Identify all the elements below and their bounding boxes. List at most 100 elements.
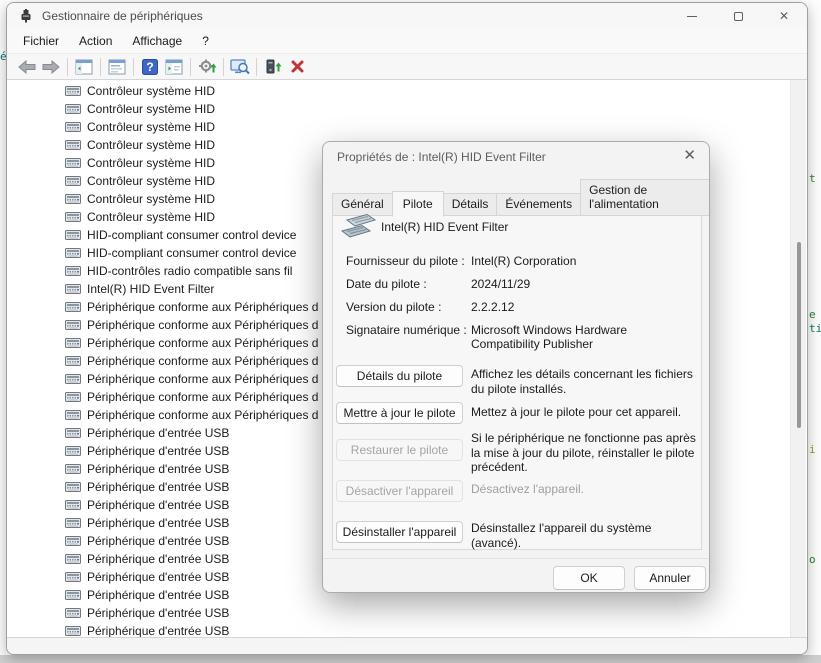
toolbar: ?	[7, 54, 807, 80]
window-title: Gestionnaire de périphériques	[42, 9, 203, 23]
hid-device-icon	[65, 355, 81, 367]
scan-hardware-changes-button[interactable]	[228, 56, 252, 78]
titlebar[interactable]: Gestionnaire de périphériques ✕	[7, 3, 807, 29]
hid-device-icon	[65, 625, 81, 637]
forward-arrow-icon	[42, 60, 60, 74]
hid-device-icon	[65, 175, 81, 187]
close-button[interactable]: ✕	[761, 3, 807, 29]
hid-device-icon	[65, 571, 81, 583]
hid-device-icon	[65, 463, 81, 475]
hid-device-icon	[65, 139, 81, 151]
scan-hardware-changes-icon	[230, 59, 250, 75]
hid-device-icon	[65, 409, 81, 421]
tree-item-label: Intel(R) HID Event Filter	[87, 282, 214, 296]
uninstall-device-button[interactable]	[261, 56, 285, 78]
hid-device-icon	[65, 211, 81, 223]
tree-item-label: HID-contrôles radio compatible sans fil	[87, 264, 292, 278]
show-action-pane-button[interactable]	[162, 56, 186, 78]
toolbar-separator	[190, 58, 191, 76]
desactiver-l-appareil-description: Désactivez l'appareil.	[471, 482, 701, 497]
desktop-bottom-strip	[0, 655, 821, 663]
device-manager-app-icon	[19, 9, 33, 23]
tree-item-label: Périphérique d'entrée USB	[87, 534, 229, 548]
hid-device-icon	[65, 283, 81, 295]
background-text-fragment: t	[809, 172, 816, 185]
desinstaller-l-appareil-description: Désinstallez l'appareil du système (avan…	[471, 521, 701, 550]
hid-device-icon	[65, 517, 81, 529]
show-console-tree-button[interactable]	[72, 56, 96, 78]
background-text-fragment: i	[809, 443, 816, 456]
hid-device-icon	[65, 391, 81, 403]
hid-device-icon	[65, 337, 81, 349]
tree-item-controleur-systeme-hid[interactable]: Contrôleur système HID	[7, 100, 790, 118]
tree-item-label: Périphérique d'entrée USB	[87, 552, 229, 566]
hid-device-icon	[65, 229, 81, 241]
device-name: Intel(R) HID Event Filter	[381, 220, 508, 234]
remove-device-button[interactable]	[285, 56, 309, 78]
minimize-button[interactable]	[669, 3, 715, 29]
tree-item-label: Périphérique d'entrée USB	[87, 462, 229, 476]
mettre-a-jour-le-pilote-description: Mettez à jour le pilote pour cet apparei…	[471, 405, 701, 420]
back-arrow-icon	[18, 60, 36, 74]
tree-item-label: HID-compliant consumer control device	[87, 246, 296, 260]
uninstall-device-icon	[265, 59, 282, 75]
forward-button[interactable]	[39, 56, 63, 78]
tree-item-label: Contrôleur système HID	[87, 138, 215, 152]
maximize-button[interactable]	[715, 3, 761, 29]
tree-item-peripherique-d-entree-usb[interactable]: Périphérique d'entrée USB	[7, 604, 790, 622]
background-app-right-sliver: tetiio	[808, 0, 821, 663]
properties-button[interactable]	[105, 56, 129, 78]
desactiver-l-appareil-button: Désactiver l'appareil	[336, 480, 463, 502]
tree-item-controleur-systeme-hid[interactable]: Contrôleur système HID	[7, 118, 790, 136]
dialog-close-icon[interactable]: ✕	[683, 148, 696, 163]
background-text-fragment: o	[809, 553, 816, 566]
tree-item-label: Périphérique conforme aux Périphériques …	[87, 390, 318, 404]
tab-evenements[interactable]: Événements	[496, 193, 581, 216]
tree-item-label: Périphérique d'entrée USB	[87, 570, 229, 584]
ok-button[interactable]: OK	[553, 566, 625, 590]
tree-item-peripherique-d-entree-usb[interactable]: Périphérique d'entrée USB	[7, 622, 790, 637]
hid-device-icon	[65, 535, 81, 547]
desinstaller-l-appareil-button[interactable]: Désinstaller l'appareil	[336, 521, 463, 543]
field-value-version-du-pilote: 2.2.2.12	[471, 300, 697, 314]
close-icon: ✕	[779, 10, 789, 22]
mettre-a-jour-le-pilote-button[interactable]: Mettre à jour le pilote	[336, 402, 463, 424]
field-label-version-du-pilote: Version du pilote :	[346, 300, 441, 314]
tree-item-controleur-systeme-hid[interactable]: Contrôleur système HID	[7, 82, 790, 100]
show-console-tree-icon	[75, 59, 93, 75]
window-bottom-strip	[7, 637, 807, 654]
update-driver-button[interactable]	[195, 56, 219, 78]
tree-item-label: Périphérique d'entrée USB	[87, 444, 229, 458]
hid-device-icon	[65, 373, 81, 385]
restaurer-le-pilote-button: Restaurer le pilote	[336, 439, 463, 461]
tab-gestion-de-l-alimentation[interactable]: Gestion de l'alimentation	[580, 179, 710, 216]
tab-details[interactable]: Détails	[443, 193, 498, 216]
help-button[interactable]: ?	[138, 56, 162, 78]
hid-device-icon	[65, 121, 81, 133]
dialog-separator	[323, 558, 709, 559]
toolbar-separator	[256, 58, 257, 76]
maximize-icon	[734, 12, 743, 21]
minimize-icon	[687, 16, 697, 17]
svg-text:?: ?	[146, 60, 153, 74]
hid-device-large-icon	[340, 212, 378, 240]
tab-pilote[interactable]: Pilote	[392, 191, 444, 217]
menu-help[interactable]: ?	[193, 31, 218, 51]
tree-scrollbar[interactable]	[790, 80, 806, 637]
tree-item-label: Périphérique d'entrée USB	[87, 426, 229, 440]
tree-item-label: Périphérique conforme aux Périphériques …	[87, 318, 318, 332]
hid-device-icon	[65, 499, 81, 511]
tree-item-label: Périphérique conforme aux Périphériques …	[87, 354, 318, 368]
hid-device-icon	[65, 589, 81, 601]
details-du-pilote-button[interactable]: Détails du pilote	[336, 365, 463, 387]
tree-item-label: Périphérique d'entrée USB	[87, 516, 229, 530]
cancel-button[interactable]: Annuler	[634, 566, 706, 590]
tree-item-label: Périphérique conforme aux Périphériques …	[87, 372, 318, 386]
menu-fichier[interactable]: Fichier	[14, 31, 68, 51]
scrollbar-thumb[interactable]	[797, 242, 801, 428]
menu-affichage[interactable]: Affichage	[123, 31, 191, 51]
menu-action[interactable]: Action	[70, 31, 121, 51]
field-value-date-du-pilote: 2024/11/29	[471, 277, 697, 291]
back-button[interactable]	[15, 56, 39, 78]
tree-item-label: Périphérique conforme aux Périphériques …	[87, 336, 318, 350]
